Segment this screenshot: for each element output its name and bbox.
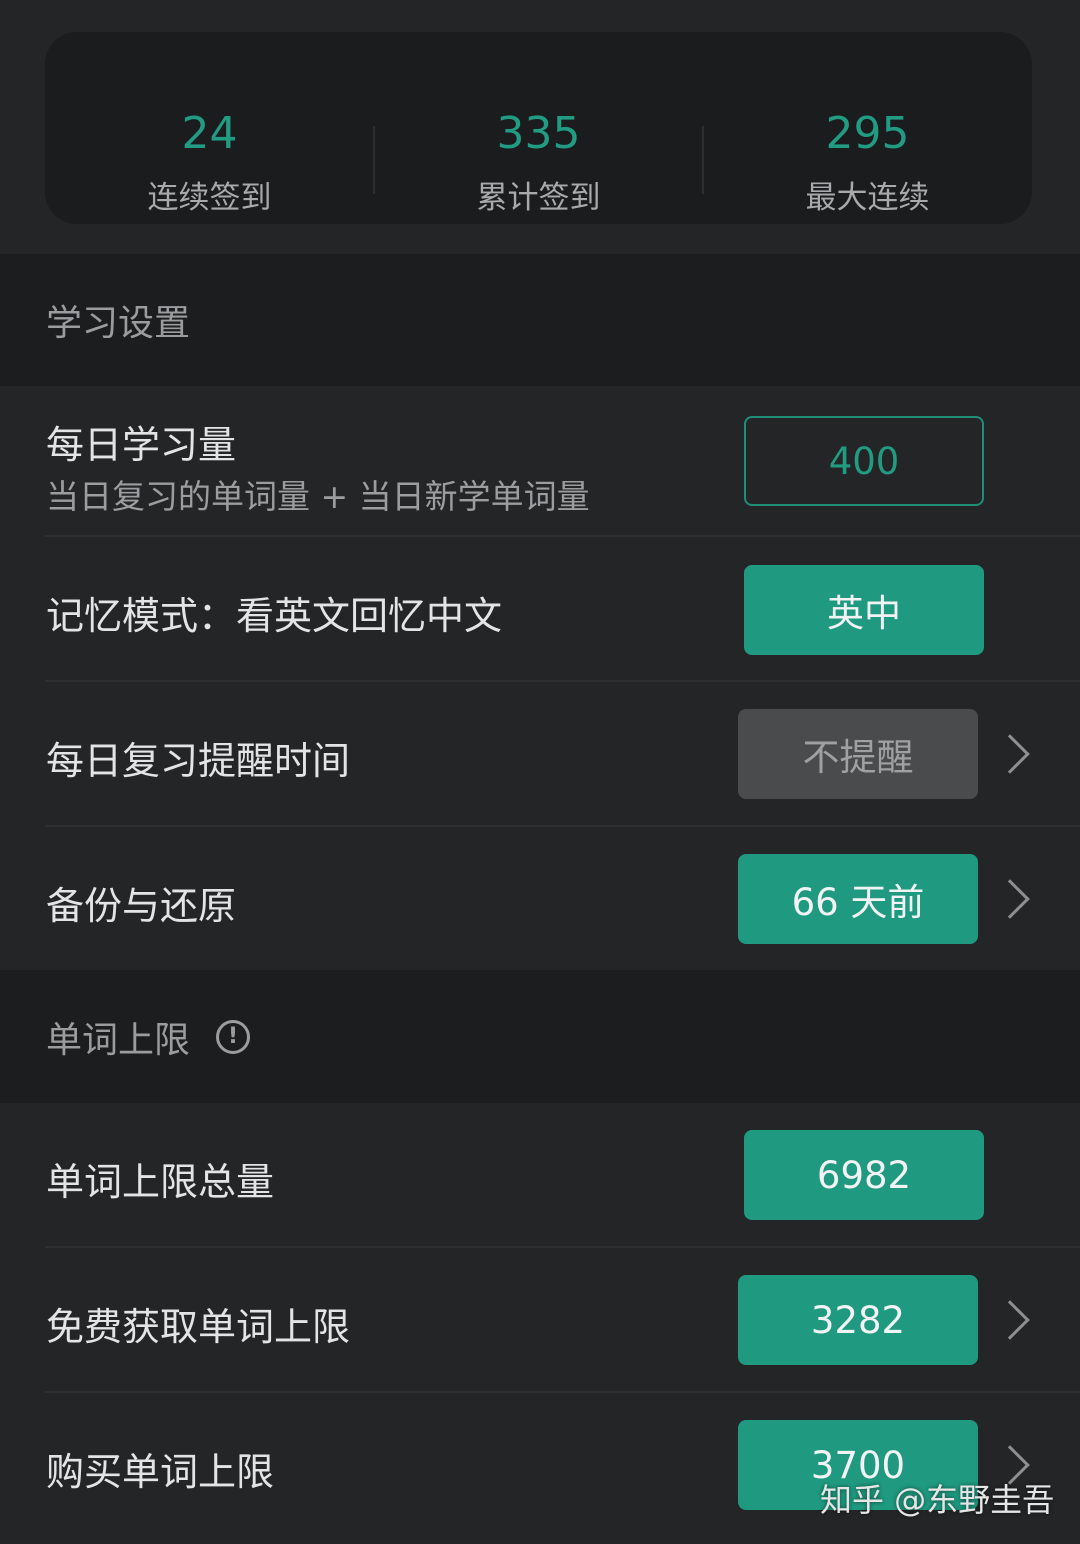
setting-row-limit-buy[interactable]: 购买单词上限 3700 <box>0 1393 1080 1544</box>
setting-row-backup[interactable]: 备份与还原 66 天前 <box>0 827 1080 970</box>
chevron-right-icon[interactable] <box>990 1300 1030 1340</box>
setting-title: 购买单词上限 <box>46 1450 275 1494</box>
limit-total-button[interactable]: 6982 <box>744 1130 984 1220</box>
setting-row-daily-amount[interactable]: 每日学习量 当日复习的单词量 + 当日新学单词量 400 <box>0 386 1080 537</box>
stat-label: 最大连续 <box>805 180 930 216</box>
setting-row-memory-mode[interactable]: 记忆模式：看英文回忆中文 英中 <box>0 537 1080 682</box>
info-icon[interactable]: ! <box>216 1019 250 1054</box>
backup-button[interactable]: 66 天前 <box>738 854 978 944</box>
setting-title: 记忆模式：看英文回忆中文 <box>46 594 503 638</box>
settings-page: 24 连续签到 335 累计签到 295 最大连续 学习设置 每日学习量 当日复… <box>0 0 1080 1544</box>
memory-mode-button[interactable]: 英中 <box>744 565 984 655</box>
setting-row-review-reminder[interactable]: 每日复习提醒时间 不提醒 <box>0 682 1080 827</box>
setting-row-limit-total[interactable]: 单词上限总量 6982 <box>0 1103 1080 1248</box>
stat-value: 335 <box>496 108 581 159</box>
stat-total-checkin: 335 累计签到 <box>374 32 703 224</box>
setting-title: 每日复习提醒时间 <box>46 739 351 783</box>
chevron-right-icon[interactable] <box>990 734 1030 774</box>
stat-value: 24 <box>181 108 238 159</box>
section-title: 单词上限 <box>46 1019 191 1061</box>
setting-title: 免费获取单词上限 <box>46 1305 351 1349</box>
study-settings-panel: 每日学习量 当日复习的单词量 + 当日新学单词量 400 记忆模式：看英文回忆中… <box>0 386 1080 970</box>
limit-free-button[interactable]: 3282 <box>738 1275 978 1365</box>
section-title: 学习设置 <box>46 303 191 344</box>
stats-card: 24 连续签到 335 累计签到 295 最大连续 <box>45 32 1032 224</box>
setting-subtitle: 当日复习的单词量 + 当日新学单词量 <box>46 477 590 516</box>
setting-title: 备份与还原 <box>46 884 237 928</box>
section-header-study: 学习设置 <box>0 254 1080 386</box>
stat-value: 295 <box>825 108 910 159</box>
review-reminder-button[interactable]: 不提醒 <box>738 709 978 799</box>
stat-label: 连续签到 <box>147 180 272 216</box>
daily-amount-button[interactable]: 400 <box>744 416 984 506</box>
stats-area: 24 连续签到 335 累计签到 295 最大连续 <box>0 0 1080 254</box>
stat-consecutive-checkin: 24 连续签到 <box>45 32 374 224</box>
setting-title: 单词上限总量 <box>46 1160 275 1204</box>
watermark: 知乎 @东野圭吾 <box>820 1481 1055 1519</box>
setting-row-limit-free[interactable]: 免费获取单词上限 3282 <box>0 1248 1080 1393</box>
setting-title: 每日学习量 <box>46 423 237 467</box>
stat-max-consecutive: 295 最大连续 <box>703 32 1032 224</box>
section-header-word-limit: 单词上限 ! <box>0 970 1080 1103</box>
stat-label: 累计签到 <box>476 180 601 216</box>
chevron-right-icon[interactable] <box>990 879 1030 919</box>
